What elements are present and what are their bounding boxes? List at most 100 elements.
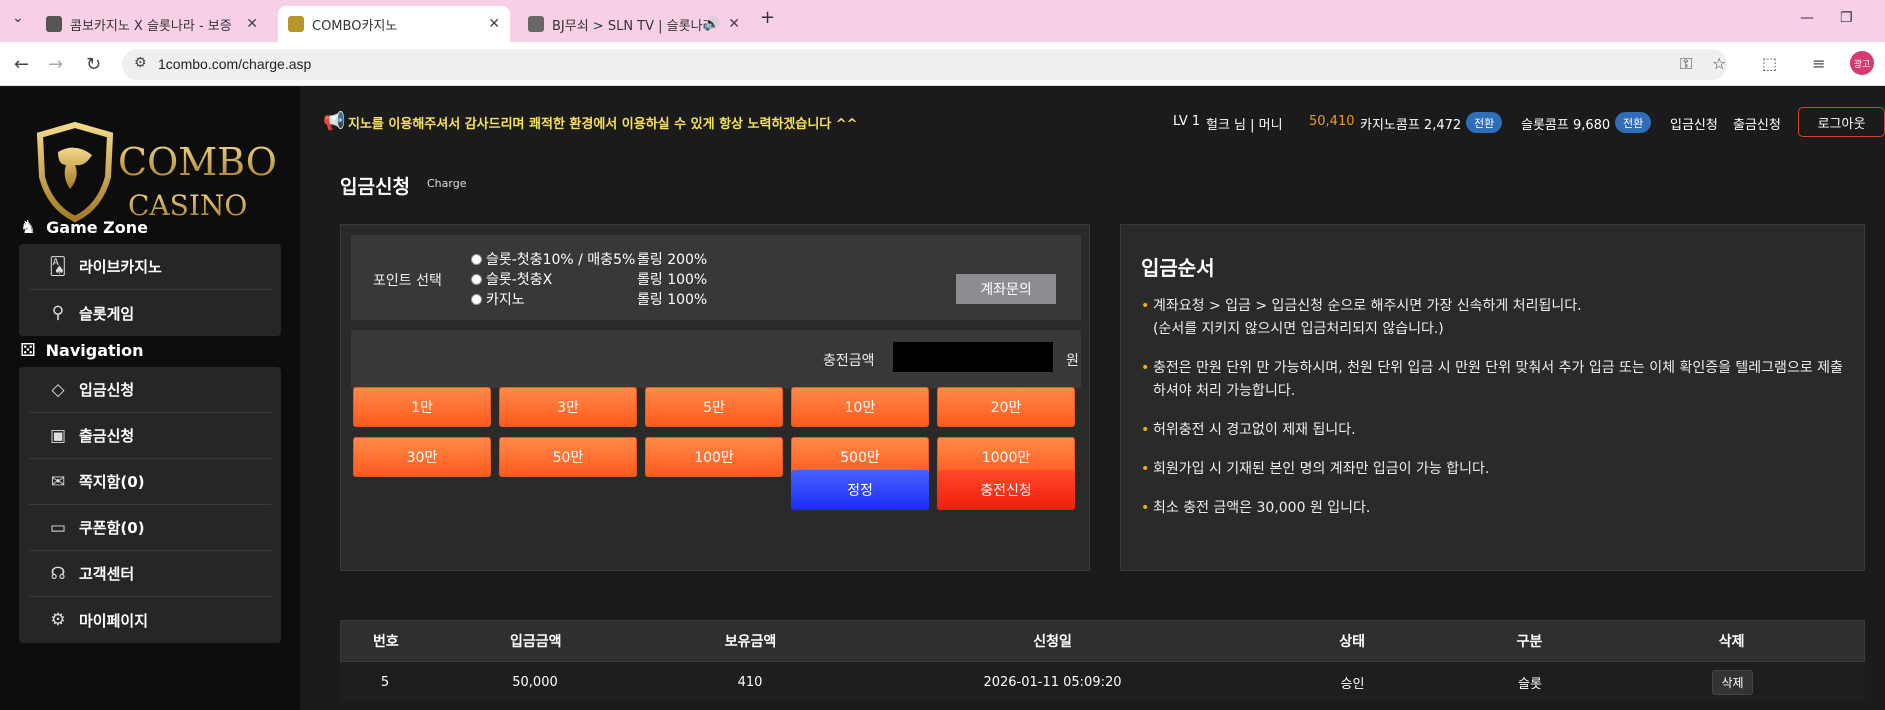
sidebar-item-coupons[interactable]: ▭ 쿠폰함(0) (29, 505, 271, 551)
key-icon[interactable]: ⚿ (1680, 54, 1692, 74)
guide-item: 허위충전 시 경고없이 제재 됩니다. (1141, 419, 1846, 442)
sidebar-item-withdraw[interactable]: ▣ 출금신청 (29, 413, 271, 459)
speaker-icon[interactable]: 🔊 (704, 17, 720, 32)
browser-tab-3[interactable]: BJ무쇠 > SLN TV | 슬롯나라 🔊 ✕ (518, 6, 750, 42)
site-settings-icon[interactable]: ⚙ (134, 55, 147, 71)
cell-no: 5 (380, 674, 390, 690)
tab-title: BJ무쇠 > SLN TV | 슬롯나라 (552, 18, 707, 34)
sidebar-item-label: 마이페이지 (79, 611, 149, 630)
cell-date: 2026-01-11 05:09:20 (983, 674, 1122, 690)
column-header: 입금금액 (509, 634, 562, 650)
page-subtitle: Charge (427, 177, 467, 190)
radio-button[interactable] (471, 293, 482, 305)
amount-button-6[interactable]: 30만 (353, 437, 491, 477)
mail-icon: ✉ (50, 471, 66, 492)
card-icon: ▭ (49, 517, 67, 538)
point-option-3[interactable]: 카지노 (471, 289, 525, 309)
user-money: 50,410 (1309, 114, 1355, 129)
rolling-2: 롤링 100% (637, 272, 708, 288)
star-icon[interactable]: ☆ (1712, 54, 1726, 73)
point-option-1[interactable]: 슬롯-첫충10% / 매충5% (471, 249, 635, 269)
guide-list: 계좌요청 > 입금 > 입금신청 순으로 해주시면 가장 신속하게 처리됩니다.… (1141, 295, 1846, 536)
guide-item: 계좌요청 > 입금 > 입금신청 순으로 해주시면 가장 신속하게 처리됩니다.… (1141, 295, 1846, 341)
won-unit: 원 (1066, 353, 1079, 369)
browser-tab-bar: ⌄ 콤보카지노 X 슬롯나라 - 보증 ✕ COMBO카지노 ✕ BJ무쇠 > … (0, 0, 1885, 42)
amount-button-7[interactable]: 50만 (499, 437, 637, 477)
point-option-2[interactable]: 슬롯-첫충X (471, 269, 552, 289)
url-text[interactable]: 1combo.com/charge.asp (158, 56, 311, 72)
sidebar-item-live-casino[interactable]: 🂡 라이브카지노 (29, 244, 271, 290)
restore-icon[interactable]: ❐ (1840, 10, 1853, 26)
extensions-icon[interactable]: ⬚ (1762, 54, 1777, 73)
amount-button-1[interactable]: 1만 (353, 387, 491, 427)
radio-button[interactable] (471, 273, 482, 285)
amount-label: 충전금액 (823, 353, 875, 369)
reload-icon[interactable]: ↻ (86, 54, 101, 75)
withdraw-link[interactable]: 출금신청 (1733, 114, 1781, 133)
delete-button[interactable]: 삭제 (1712, 669, 1753, 695)
radio-button[interactable] (471, 253, 482, 265)
new-tab-icon[interactable]: + (760, 7, 775, 28)
logout-button[interactable]: 로그아웃 (1798, 107, 1885, 137)
navigation-menu: ◇ 입금신청 ▣ 출금신청 ✉ 쪽지함(0) ▭ 쿠폰함(0) ☊ 고객센터 ⚙… (19, 367, 281, 643)
browser-tab-1[interactable]: 콤보카지노 X 슬롯나라 - 보증 ✕ (36, 6, 268, 42)
close-icon[interactable]: ✕ (246, 16, 258, 32)
game-zone-menu: 🂡 라이브카지노 ⚲ 슬롯게임 (19, 244, 281, 336)
combo-casino-logo: COMBO CASINO (36, 121, 277, 223)
url-field[interactable]: ⚙ 1combo.com/charge.asp (122, 49, 1727, 80)
sidebar-item-mypage[interactable]: ⚙ 마이페이지 (29, 597, 271, 643)
sidebar-item-label: 쪽지함(0) (79, 473, 145, 491)
back-icon[interactable]: ← (14, 54, 29, 75)
minimize-icon[interactable]: — (1800, 10, 1814, 26)
account-inquiry-button[interactable]: 계좌문의 (956, 274, 1056, 304)
table-header: 번호 입금금액 보유금액 신청일 상태 구분 삭제 (340, 620, 1865, 662)
point-select-label: 포인트 선택 (373, 273, 442, 289)
column-header: 신청일 (1033, 634, 1072, 650)
sidebar-item-support[interactable]: ☊ 고객센터 (29, 551, 271, 597)
close-icon[interactable]: ✕ (728, 16, 740, 32)
sidebar-item-deposit[interactable]: ◇ 입금신청 (29, 367, 271, 413)
sidebar-item-slot-game[interactable]: ⚲ 슬롯게임 (29, 290, 271, 336)
guide-title: 입금순서 (1141, 256, 1215, 280)
sidebar-item-label: 슬롯게임 (79, 304, 135, 323)
slot-comp: 슬롯콤프 9,680 (1521, 118, 1611, 133)
deposit-link[interactable]: 입금신청 (1670, 114, 1718, 133)
tab-search-icon[interactable]: ⌄ (12, 10, 24, 26)
cell-balance: 410 (737, 674, 763, 690)
table-row: 5 50,000 410 2026-01-11 05:09:20 승인 슬롯 삭… (340, 662, 1865, 702)
rolling-1: 롤링 200% (637, 252, 708, 268)
sidebar-item-messages[interactable]: ✉ 쪽지함(0) (29, 459, 271, 505)
amount-button-8[interactable]: 100만 (645, 437, 783, 477)
amount-button-2[interactable]: 3만 (499, 387, 637, 427)
forward-icon[interactable]: → (48, 54, 63, 75)
reset-button[interactable]: 정정 (791, 470, 929, 510)
amount-button-5[interactable]: 20만 (937, 387, 1075, 427)
deposit-guide-panel: 입금순서 계좌요청 > 입금 > 입금신청 순으로 해주시면 가장 신속하게 처… (1120, 224, 1865, 571)
gear-icon: ⚙ (50, 610, 66, 630)
close-icon[interactable]: ✕ (488, 16, 500, 32)
navigation-heading: ⚄ Navigation (20, 340, 144, 361)
site-favicon-icon (46, 16, 62, 32)
browser-tab-2[interactable]: COMBO카지노 ✕ (278, 6, 510, 42)
charge-submit-button[interactable]: 충전신청 (937, 470, 1075, 510)
sidebar-item-label: 라이브카지노 (79, 258, 162, 276)
amount-input[interactable] (893, 342, 1053, 372)
top-bar: 📢 지노를 이용해주셔서 감사드리며 쾌적한 환경에서 이용하실 수 있게 항상… (300, 87, 1885, 159)
slot-comp-swap-button[interactable]: 전환 (1615, 112, 1652, 133)
cell-amount: 50,000 (512, 674, 558, 690)
cell-delete: 삭제 (1600, 669, 1865, 695)
logo-text-combo: COMBO (118, 140, 277, 184)
casino-comp: 카지노콤프 2,472 (1360, 118, 1462, 133)
profile-avatar[interactable]: 광고 (1850, 51, 1874, 75)
media-icon[interactable]: ≡ (1812, 54, 1825, 73)
cell-type: 슬롯 (1518, 676, 1542, 692)
site-favicon-icon (528, 16, 544, 32)
user-name: 헐크 님 | 머니 (1206, 118, 1283, 133)
casino-comp-swap-button[interactable]: 전환 (1466, 112, 1503, 133)
sidebar-item-label: 입금신청 (79, 381, 135, 399)
game-zone-icon: ♞ (20, 217, 37, 238)
game-zone-heading: ♞ Game Zone (20, 217, 148, 238)
page-title: 입금신청 (340, 176, 410, 198)
amount-button-4[interactable]: 10만 (791, 387, 929, 427)
amount-button-3[interactable]: 5만 (645, 387, 783, 427)
